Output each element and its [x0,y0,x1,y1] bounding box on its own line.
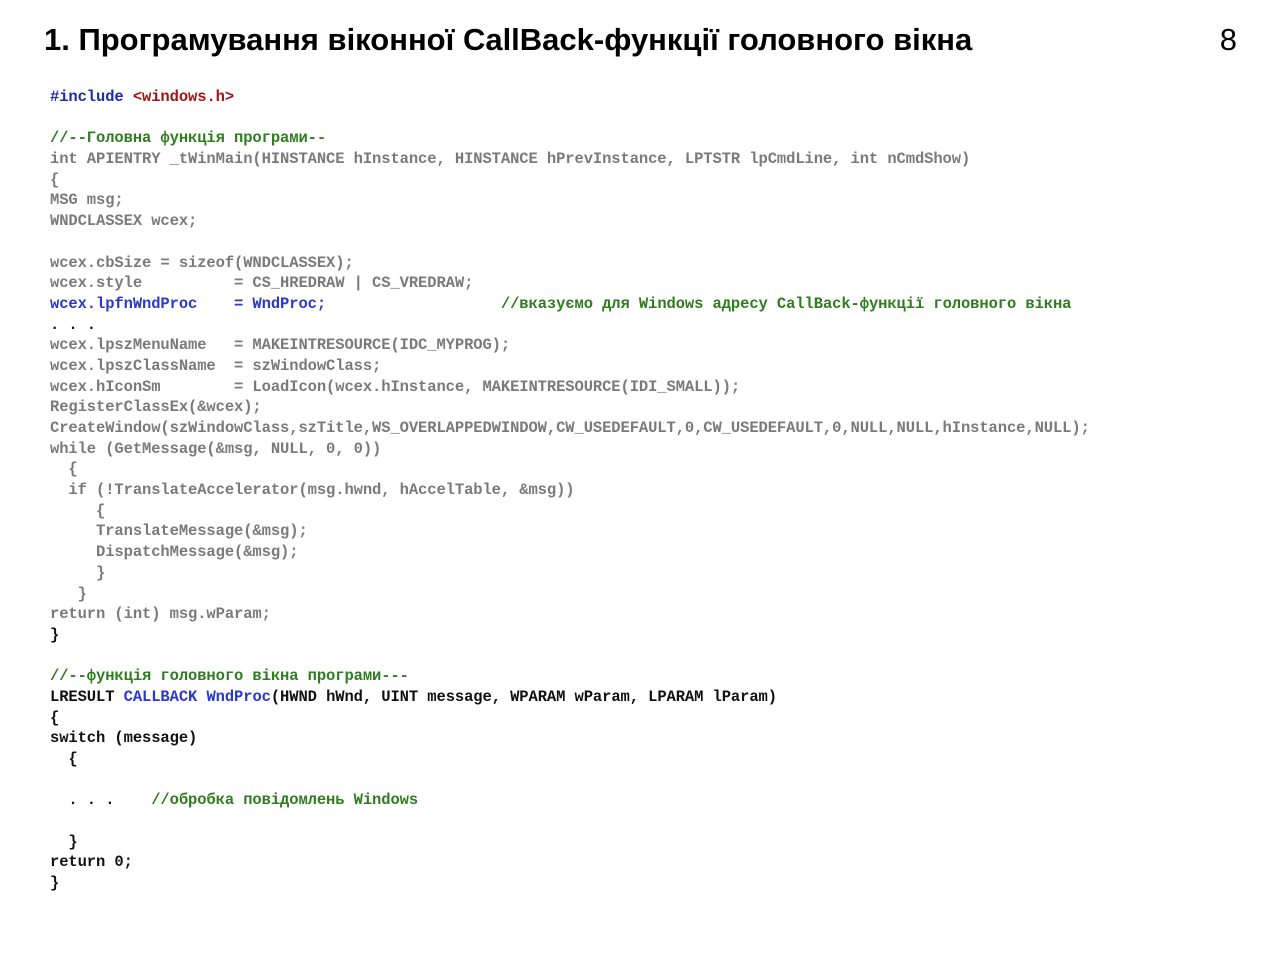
wndproc-params: (HWND hWnd, UINT message, WPARAM wParam,… [270,687,777,706]
code-line-switch-open: { [50,750,78,768]
code-line-createwindow: CreateWindow(szWindowClass,szTitle,WS_OV… [50,419,1090,437]
code-line-switch: switch (message) [50,729,198,748]
code-line-wndproc-sig: LRESULT CALLBACK WndProc(HWND hWnd, UINT… [50,687,1275,708]
code-line-style: wcex.style = CS_HREDRAW | CS_VREDRAW; [50,274,474,293]
slide-title: 1. Програмування віконної CallBack-функц… [44,22,973,57]
code-line-classname: wcex.lpszClassName = szWindowClass; [50,356,382,375]
code-line-register: RegisterClassEx(&wcex); [50,398,262,417]
code-comment-wndproc: //--функція головного вікна програми--- [50,667,409,686]
code-comment-main: //--Головна функція програми-- [50,129,327,148]
code-line-brace: } [50,874,60,893]
code-line-brace: } [50,625,60,644]
code-line-ellipsis: . . . [50,315,97,334]
code-line-return-zero: return 0; [50,853,133,872]
wndproc-assign: wcex.lpfnWndProc = WndProc; [50,294,327,313]
code-line-messages: . . . //обробка повідомлень Windows [50,790,1275,811]
code-line-winmain: int APIENTRY _tWinMain(HINSTANCE hInstan… [50,150,971,169]
code-line-menuname: wcex.lpszMenuName = MAKEINTRESOURCE(IDC_… [50,336,511,355]
code-line-cbsize: wcex.cbSize = sizeof(WNDCLASSEX); [50,253,354,272]
code-line-translate: TranslateMessage(&msg); [50,522,308,541]
code-line-return-main: return (int) msg.wParam; [50,605,271,624]
lresult-type: LRESULT [50,687,124,706]
code-line-wcex: WNDCLASSEX wcex; [50,212,198,231]
code-line-msg: MSG msg; [50,191,124,210]
code-line-while-close: } [50,584,87,603]
code-line-include: #include <windows.h> [50,87,1275,108]
code-line-brace: { [50,170,60,189]
code-line-if: if (!TranslateAccelerator(msg.hwnd, hAcc… [50,481,575,500]
code-line-switch-close: } [50,832,78,851]
callback-keyword: CALLBACK WndProc [123,687,271,706]
code-line-if-close: } [50,563,106,582]
slide-number: 8 [1219,22,1237,57]
code-line-while: while (GetMessage(&msg, NULL, 0, 0)) [50,439,382,458]
ellipsis: . . . [50,791,152,810]
code-line-if-open: { [50,501,106,520]
code-listing: #include <windows.h> //--Головна функція… [50,87,1275,894]
code-line-wndproc-assign: wcex.lpfnWndProc = WndProc; //вказуємо д… [50,294,1275,315]
code-line-brace: { [50,708,60,727]
code-line-while-open: { [50,460,78,479]
code-line-dispatch: DispatchMessage(&msg); [50,543,299,562]
code-line-iconsm: wcex.hIconSm = LoadIcon(wcex.hInstance, … [50,377,741,396]
include-directive: #include [50,88,133,106]
include-file: <windows.h> [132,88,235,106]
wndproc-comment: //вказуємо для Windows адресу CallBack-ф… [500,294,1072,313]
messages-comment: //обробка повідомлень Windows [151,791,419,810]
